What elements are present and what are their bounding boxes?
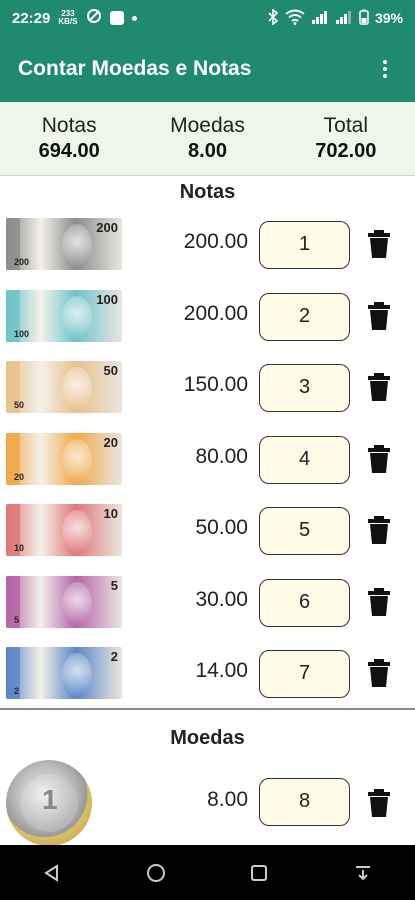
coin-denomination: 1 [42, 784, 58, 815]
banknote-image: 50 50 [6, 361, 122, 413]
banknote-denomination: 100 [96, 291, 118, 307]
trash-icon[interactable] [368, 444, 390, 473]
bluetooth-icon [267, 7, 279, 28]
no-symbol-icon [86, 8, 102, 28]
banknote-denomination: 5 [110, 577, 118, 593]
nota-amount: 14.00 [195, 659, 248, 682]
status-bar: 22:29 233 KB/S 39% [0, 0, 415, 36]
nota-quantity-input[interactable]: 2 [259, 292, 350, 341]
summary-panel: Notas 694.00 Moedas 8.00 Total 702.00 [0, 102, 415, 176]
banknote-denomination: 200 [96, 220, 118, 235]
nota-row: 200 200 200.00 1 [0, 214, 415, 276]
coin-trash-icon[interactable] [368, 789, 390, 817]
nota-row: 100 100 200.00 2 [0, 286, 415, 348]
summary-total-label: Total [323, 114, 368, 137]
more-notifications-dot-icon [131, 15, 137, 21]
banknote-denomination-small: 10 [14, 543, 25, 553]
nota-quantity-input[interactable]: 4 [259, 435, 350, 484]
battery-icon [359, 9, 369, 28]
summary-moedas-value: 8.00 [188, 140, 227, 162]
keyboard-hide-icon[interactable] [351, 861, 375, 885]
banknote-denomination-small: 20 [14, 471, 25, 482]
nota-row: 10 10 50.00 5 [0, 500, 415, 562]
nota-amount: 200.00 [183, 230, 248, 253]
summary-total: Total 702.00 [277, 102, 415, 175]
banknote-denomination: 50 [103, 363, 118, 378]
banknote-image: 20 20 [6, 432, 122, 485]
nota-quantity-input[interactable]: 7 [259, 650, 350, 698]
summary-total-value: 702.00 [315, 140, 377, 162]
status-time: 22:29 [12, 9, 51, 27]
nota-amount: 200.00 [183, 301, 248, 325]
home-icon[interactable] [144, 861, 168, 885]
banknote-image: 55 [6, 575, 122, 628]
nota-row: 5 5 30.00 6 [0, 572, 415, 634]
banknote-denomination-small: 5 [14, 614, 20, 625]
banknote-denomination-small: 50 [14, 400, 25, 410]
summary-notas-label: Notas [41, 114, 97, 137]
banknote-image: 10 10 [6, 504, 122, 556]
nota-quantity-input[interactable]: 3 [259, 364, 350, 412]
moedas-section-title: Moedas [170, 727, 245, 749]
recents-icon[interactable] [247, 861, 271, 885]
overflow-menu-icon[interactable] [373, 57, 397, 81]
banknote-denomination-small: 100 [14, 328, 30, 339]
back-icon[interactable] [40, 861, 64, 885]
summary-moedas-label: Moedas [170, 114, 245, 137]
banknote-image: 22 [6, 647, 122, 699]
summary-notas: Notas 694.00 [0, 102, 138, 175]
signal-icon [311, 10, 329, 27]
nota-quantity-input[interactable]: 5 [259, 507, 350, 555]
nota-quantity-input[interactable]: 1 [259, 221, 350, 269]
trash-icon[interactable] [368, 230, 390, 258]
section-divider [0, 708, 415, 710]
data-speed-badge: 233 KB/S [58, 9, 78, 26]
nota-amount: 30.00 [195, 587, 248, 611]
nota-amount: 80.00 [195, 444, 248, 468]
app-bar: Contar Moedas e Notas [0, 36, 415, 102]
signal-icon-2 [335, 10, 353, 27]
nota-quantity-input[interactable]: 6 [259, 578, 350, 627]
nota-row: 2 2 14.00 7 [0, 643, 415, 705]
nota-row: 20 20 80.00 4 [0, 429, 415, 491]
summary-moedas: Moedas 8.00 [138, 102, 276, 175]
banknote-denomination: 10 [103, 506, 118, 521]
coin-quantity-input[interactable]: 8 [259, 778, 350, 826]
notas-section-title: Notas [179, 181, 236, 203]
trash-icon[interactable] [368, 301, 390, 330]
banknote-denomination: 2 [110, 649, 118, 664]
banknote-denomination-small: 2 [14, 686, 20, 696]
nota-row: 50 50 150.00 3 [0, 357, 415, 419]
banknote-denomination: 20 [103, 434, 118, 450]
wifi-icon [285, 9, 305, 28]
nota-amount: 150.00 [183, 373, 248, 396]
summary-notas-value: 694.00 [38, 140, 100, 162]
trash-icon[interactable] [368, 516, 390, 544]
coin-image: 1 [6, 760, 92, 846]
battery-percent: 39% [374, 10, 403, 26]
banknote-image: 200 200 [6, 218, 122, 270]
trash-icon[interactable] [368, 659, 390, 687]
coin-row: 1 8.00 8 [0, 760, 415, 846]
banknote-image: 100 100 [6, 289, 122, 342]
banknote-denomination-small: 200 [14, 257, 30, 267]
system-nav-bar [0, 845, 415, 900]
nota-amount: 50.00 [195, 516, 248, 539]
app-title: Contar Moedas e Notas [18, 57, 252, 80]
app-notification-icon [109, 11, 124, 25]
coin-amount: 8.00 [207, 788, 248, 811]
trash-icon[interactable] [368, 373, 390, 401]
trash-icon[interactable] [368, 587, 390, 616]
